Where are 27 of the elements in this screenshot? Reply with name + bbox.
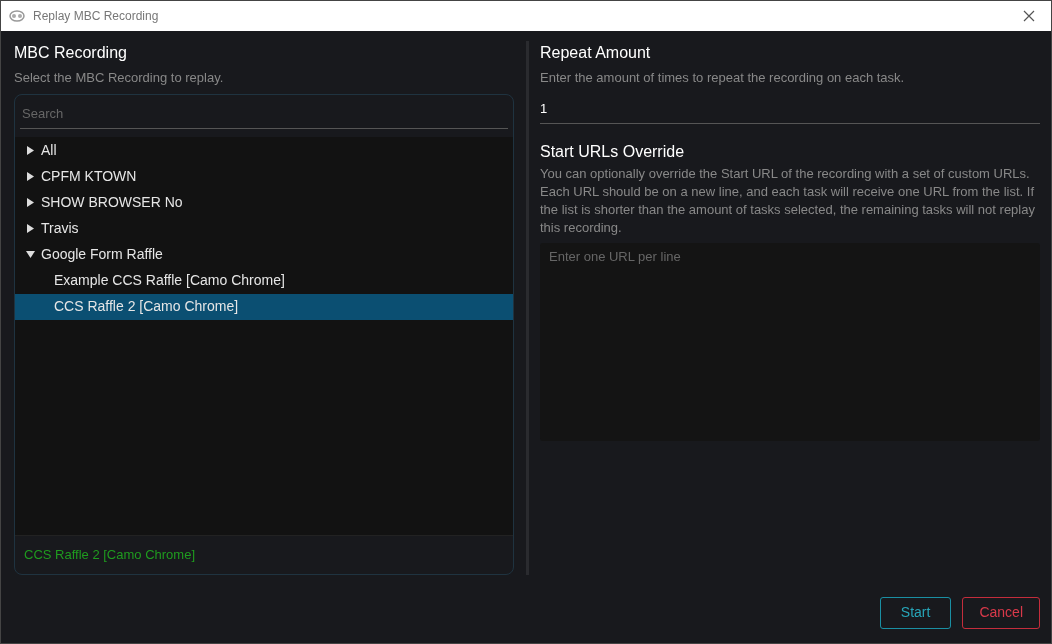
- urls-field[interactable]: Enter one URL per line: [540, 242, 1040, 441]
- window-title: Replay MBC Recording: [33, 8, 159, 25]
- cancel-button[interactable]: Cancel: [962, 596, 1040, 629]
- section-description: Select the MBC Recording to replay.: [14, 69, 225, 87]
- tree-item[interactable]: CCS Raffle 2 [Camo Chrome]: [15, 293, 513, 320]
- tree-item[interactable]: Google Form Raffle: [15, 241, 513, 268]
- section-title: MBC Recording: [14, 43, 128, 63]
- tree-item[interactable]: Travis: [15, 215, 513, 242]
- search-field[interactable]: Search: [20, 99, 508, 129]
- section-description: You can optionally override the Start URL of the recording with a set of custom URLs. Each URL should be on a new line, and each task will receive one URL from the list. If the list is shorter than the amount of tasks selected, the remaining tasks will not replay this recording.: [540, 164, 1036, 237]
- tree-item[interactable]: CPFM KTOWN: [15, 163, 513, 190]
- repeat-amount-field[interactable]: 1: [540, 93, 1040, 124]
- expanded-caret-icon[interactable]: [26, 250, 35, 259]
- section-title: Repeat Amount: [540, 43, 652, 63]
- tree-item[interactable]: All: [15, 137, 513, 164]
- selected-recording: CCS Raffle 2 [Camo Chrome]: [24, 546, 195, 565]
- collapsed-caret-icon[interactable]: [26, 198, 35, 207]
- section-title: Start URLs Override: [540, 141, 686, 162]
- tree-item[interactable]: Example CCS Raffle [Camo Chrome]: [15, 267, 513, 294]
- collapsed-caret-icon[interactable]: [26, 172, 35, 181]
- tree-item[interactable]: SHOW BROWSER No: [15, 189, 513, 216]
- collapsed-caret-icon[interactable]: [26, 224, 35, 233]
- section-description: Enter the amount of times to repeat the recording on each task.: [540, 69, 906, 87]
- close-icon[interactable]: [1023, 10, 1035, 22]
- start-button[interactable]: Start: [879, 596, 952, 629]
- collapsed-caret-icon[interactable]: [26, 146, 35, 155]
- app-icon: [9, 10, 25, 22]
